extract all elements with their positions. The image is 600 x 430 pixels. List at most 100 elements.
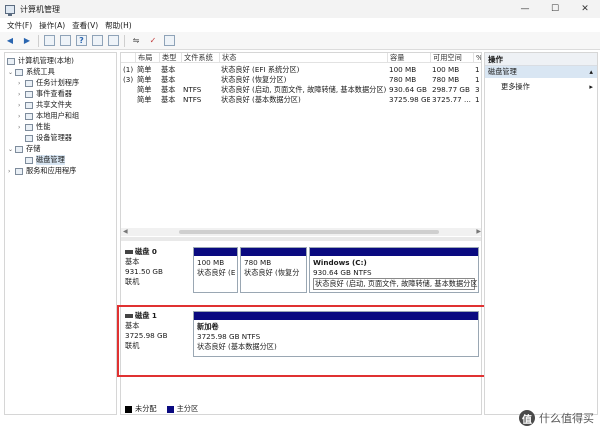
chevron-down-icon[interactable]: ⌄ [8, 146, 15, 153]
tree-item-system-tools[interactable]: ⌄ 系统工具 [8, 67, 55, 77]
chevron-right-icon[interactable]: › [18, 91, 25, 98]
chevron-right-icon[interactable]: › [18, 80, 25, 87]
tree-root[interactable]: 计算机管理(本地) [7, 56, 74, 66]
chevron-down-icon[interactable]: ⌄ [8, 69, 15, 76]
tree-item-performance[interactable]: › 性能 [18, 122, 50, 132]
check-icon[interactable]: ✓ [147, 35, 159, 47]
partition-size: 930.64 GB NTFS [313, 268, 372, 277]
chevron-right-icon[interactable]: › [18, 113, 25, 120]
menu-action[interactable]: 操作(A) [39, 20, 65, 31]
scrollbar-thumb[interactable] [179, 230, 439, 234]
disk-type: 基本 [125, 321, 140, 330]
volume-row[interactable]: (1) 简单 基本 状态良好 (EFI 系统分区) 100 MB 100 MB … [121, 65, 481, 75]
volume-list-header: 布局 类型 文件系统 状态 容量 可用空间 % [121, 53, 481, 63]
tools-icon [15, 68, 23, 76]
volume-row[interactable]: 简单 基本 NTFS 状态良好 (基本数据分区) 3725.98 GB 3725… [121, 95, 481, 105]
folder-up-icon[interactable] [44, 35, 55, 46]
disk-type: 基本 [125, 257, 140, 266]
help-icon[interactable]: ? [76, 35, 87, 46]
toolbar-divider [38, 34, 39, 47]
back-arrow-icon[interactable]: ◀ [4, 35, 16, 47]
chevron-right-icon[interactable]: › [18, 124, 25, 131]
legend-swatch [125, 405, 132, 413]
partition-status: 状态良好 (恢复分 [244, 268, 300, 277]
legend-primary: 主分区 [166, 404, 198, 414]
column-free-space[interactable]: 可用空间 [430, 53, 473, 63]
disk-name: 磁盘 0 [135, 247, 157, 256]
collapse-icon[interactable]: ▴ [589, 66, 593, 78]
menu-view[interactable]: 查看(V) [72, 20, 98, 31]
console-icon[interactable] [108, 35, 119, 46]
volume-row[interactable]: 简单 基本 NTFS 状态良好 (启动, 页面文件, 故障转储, 基本数据分区)… [121, 85, 481, 95]
partition-size: 100 MB [197, 258, 225, 267]
services-icon [15, 167, 23, 175]
disk-size: 931.50 GB [125, 267, 163, 276]
tree-item-task-scheduler[interactable]: › 任务计划程序 [18, 78, 79, 88]
disk-0-row[interactable]: 磁盘 0 基本 931.50 GB 联机 100 MB 状态良好 (E 780 … [121, 247, 481, 305]
actions-section-disk-management[interactable]: 磁盘管理 ▴ [485, 66, 597, 78]
menu-help[interactable]: 帮助(H) [105, 20, 132, 31]
horizontal-scrollbar[interactable]: ◀ ▶ [121, 228, 481, 236]
column-type[interactable]: 类型 [159, 53, 181, 63]
maximize-button[interactable]: ☐ [540, 0, 570, 18]
watermark: 值 什么值得买 [519, 410, 594, 426]
actions-pane: 操作 磁盘管理 ▴ 更多操作 ▸ [484, 52, 598, 415]
minimize-button[interactable]: — [510, 0, 540, 18]
submenu-arrow-icon: ▸ [589, 82, 593, 91]
disk-1-info[interactable]: 磁盘 1 基本 3725.98 GB 联机 [125, 311, 191, 369]
legend-swatch [166, 405, 174, 413]
toolbar: ◀ ▶ ? ⇋ ✓ [0, 32, 600, 50]
watermark-logo-icon: 值 [519, 410, 535, 426]
column-status[interactable]: 状态 [219, 53, 387, 63]
tree-item-services-apps[interactable]: › 服务和应用程序 [8, 166, 76, 176]
volume-row[interactable]: (3) 简单 基本 状态良好 (恢复分区) 780 MB 780 MB 1 [121, 75, 481, 85]
chevron-right-icon[interactable]: › [18, 102, 25, 109]
partition-status: 状态良好 (基本数据分区) [197, 342, 277, 351]
partition-windows-c[interactable]: Windows (C:) 930.64 GB NTFS 状态良好 (启动, 页面… [309, 247, 479, 293]
pane-splitter[interactable] [121, 237, 481, 241]
connect-icon[interactable]: ⇋ [130, 35, 142, 47]
tree-item-event-viewer[interactable]: › 事件查看器 [18, 89, 72, 99]
tree-item-shared-folders[interactable]: › 共享文件夹 [18, 100, 72, 110]
partition-recovery[interactable]: 780 MB 状态良好 (恢复分 [240, 247, 307, 293]
clock-icon [25, 79, 33, 87]
actions-header: 操作 [485, 53, 597, 66]
column-capacity[interactable]: 容量 [387, 53, 430, 63]
toolbar-divider [124, 34, 125, 47]
scroll-right-icon[interactable]: ▶ [476, 228, 481, 236]
more-actions-item[interactable]: 更多操作 ▸ [485, 81, 597, 93]
partition-size: 3725.98 GB NTFS [197, 332, 261, 341]
disk-1-row[interactable]: 磁盘 1 基本 3725.98 GB 联机 新加卷 3725.98 GB NTF… [121, 311, 481, 369]
tree-item-local-users[interactable]: › 本地用户和组 [18, 111, 79, 121]
partition-title: 新加卷 [197, 322, 219, 331]
forward-arrow-icon[interactable]: ▶ [21, 35, 33, 47]
properties-icon[interactable] [92, 35, 103, 46]
partition-efi[interactable]: 100 MB 状态良好 (E [193, 247, 238, 293]
chevron-right-icon[interactable]: › [8, 168, 15, 175]
tree-item-device-manager[interactable]: 设备管理器 [25, 133, 72, 143]
event-log-icon [25, 90, 33, 98]
partition-legend: 未分配 主分区 [125, 404, 208, 414]
close-button[interactable]: ✕ [570, 0, 600, 18]
column-percent[interactable]: % [473, 53, 481, 63]
storage-icon [15, 145, 23, 153]
column-filesystem[interactable]: 文件系统 [181, 53, 219, 63]
tree-item-disk-management[interactable]: 磁盘管理 [25, 155, 65, 165]
disk-management-panel: 布局 类型 文件系统 状态 容量 可用空间 % (1) 简单 基本 状态良好 (… [120, 52, 482, 415]
menu-bar: 文件(F) 操作(A) 查看(V) 帮助(H) [0, 18, 600, 32]
computer-icon [7, 57, 15, 65]
title-bar: 计算机管理 — ☐ ✕ [0, 0, 600, 18]
disk-0-info[interactable]: 磁盘 0 基本 931.50 GB 联机 [125, 247, 191, 305]
disk-management-icon [25, 156, 33, 164]
menu-file[interactable]: 文件(F) [7, 20, 32, 31]
tree-item-storage[interactable]: ⌄ 存储 [8, 144, 40, 154]
scroll-left-icon[interactable]: ◀ [123, 228, 128, 236]
performance-icon [25, 123, 33, 131]
device-manager-icon [25, 134, 33, 142]
partition-size: 780 MB [244, 258, 272, 267]
show-hide-tree-icon[interactable] [60, 35, 71, 46]
disk-icon[interactable] [164, 35, 175, 46]
column-layout[interactable]: 布局 [135, 53, 159, 63]
partition-bar [194, 248, 237, 256]
partition-new-volume[interactable]: 新加卷 3725.98 GB NTFS 状态良好 (基本数据分区) [193, 311, 479, 357]
